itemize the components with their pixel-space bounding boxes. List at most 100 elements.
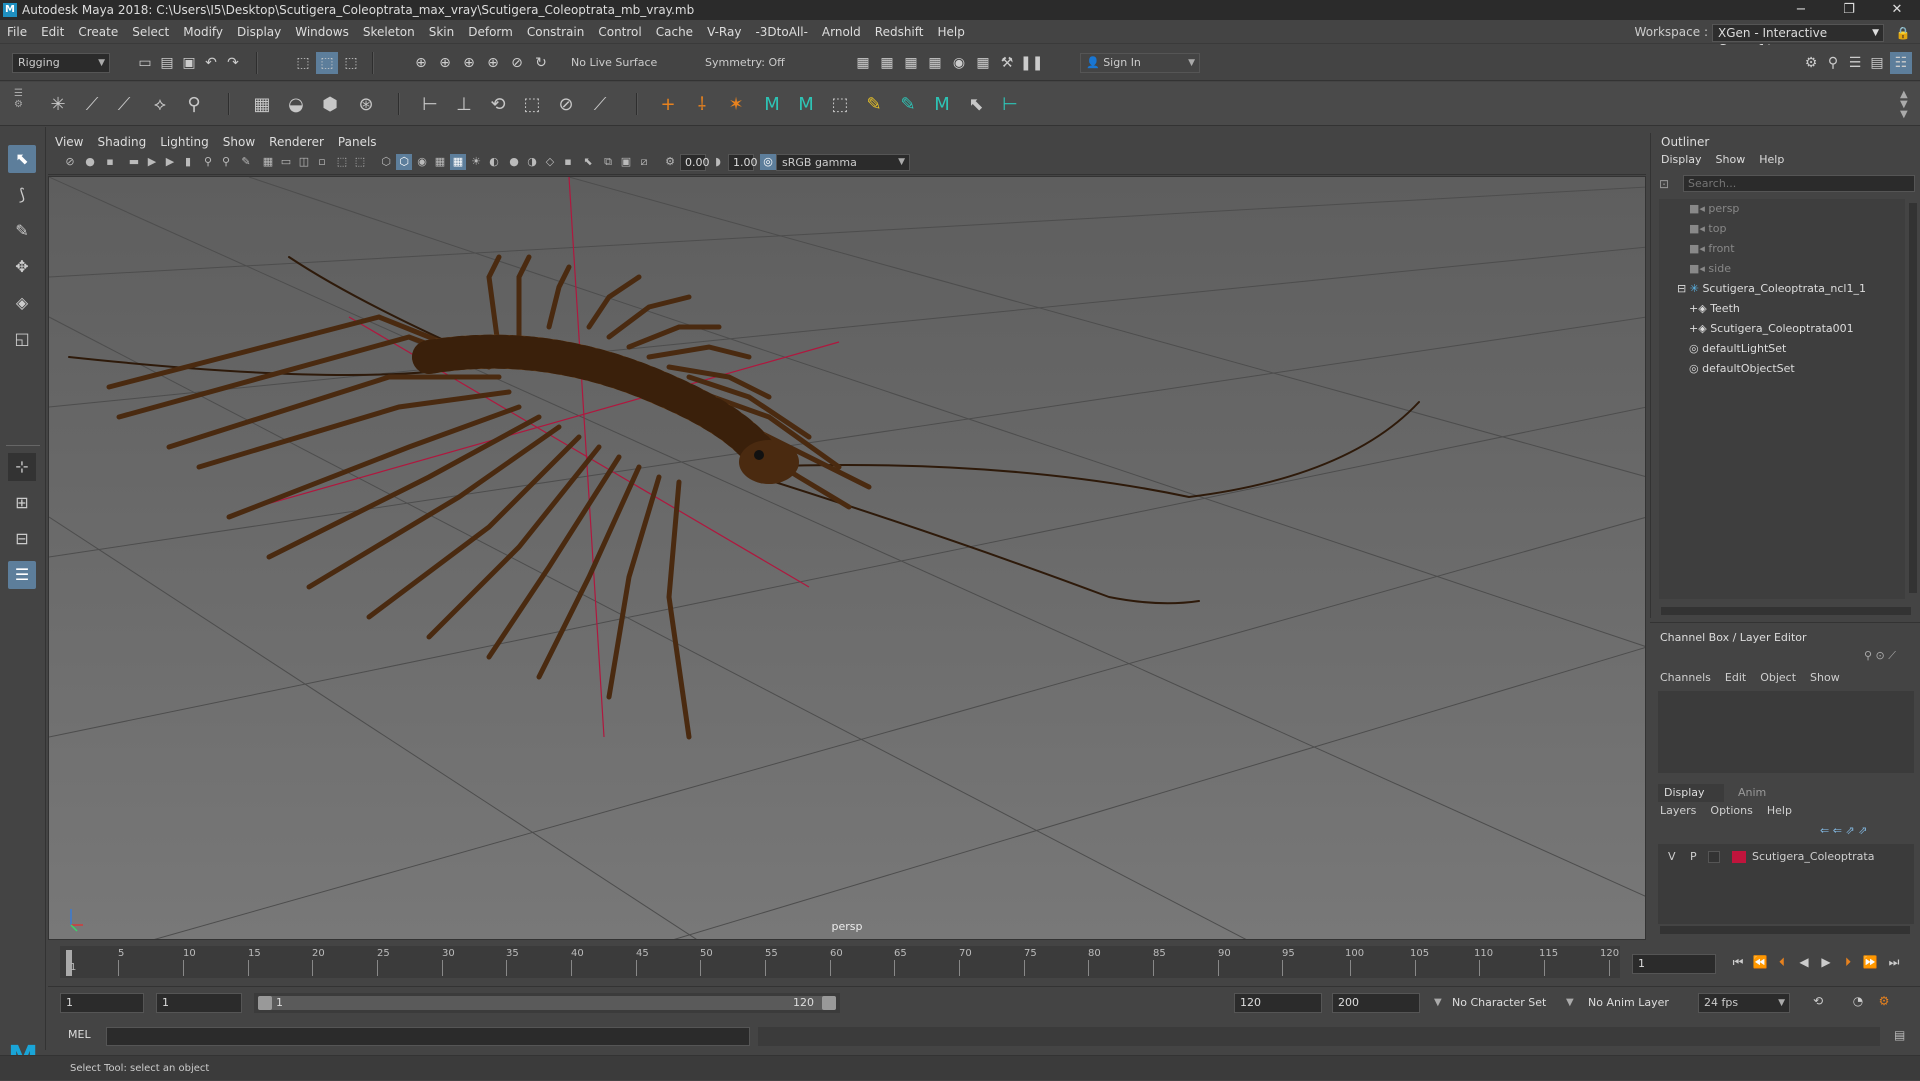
mel-label[interactable]: MEL: [68, 1028, 91, 1041]
outliner-menu-display[interactable]: Display: [1661, 153, 1702, 166]
start-time-field[interactable]: 1: [60, 993, 144, 1013]
menu-create[interactable]: Create: [71, 20, 125, 44]
go-to-start-icon[interactable]: ⏮: [1728, 952, 1748, 972]
colorspace-dropdown[interactable]: sRGB gamma ▼: [776, 154, 910, 171]
tool-settings-icon[interactable]: ▤: [1866, 52, 1888, 74]
layer-visibility-toggle[interactable]: V: [1668, 848, 1676, 866]
menu-constrain[interactable]: Constrain: [520, 20, 592, 44]
xray-icon[interactable]: ▦: [432, 154, 448, 170]
lattice-icon[interactable]: ⬢: [316, 91, 344, 119]
menu-cache[interactable]: Cache: [649, 20, 700, 44]
ik-spline-icon[interactable]: ⟋: [110, 91, 138, 119]
insert-joint-icon[interactable]: ⟡: [146, 91, 174, 119]
layer-menu-options[interactable]: Options: [1710, 804, 1752, 817]
outliner-menu-show[interactable]: Show: [1716, 153, 1746, 166]
use-lights-icon[interactable]: ☀: [468, 154, 484, 170]
current-frame-field[interactable]: 1: [1632, 954, 1716, 974]
viewport-persp[interactable]: persp: [48, 176, 1646, 940]
blend-shape-icon[interactable]: ✎: [894, 91, 922, 119]
select-component-icon[interactable]: ⬚: [340, 52, 362, 74]
maximize-button[interactable]: ❐: [1832, 0, 1866, 20]
workspace-dropdown[interactable]: XGen - Interactive Groom1*▼: [1712, 24, 1884, 56]
ambient-occlusion-icon[interactable]: ●: [506, 154, 522, 170]
select-hierarchy-icon[interactable]: ⬚: [292, 52, 314, 74]
paint-weights-icon[interactable]: ◒: [282, 91, 310, 119]
menu-help[interactable]: Help: [930, 20, 971, 44]
outliner-item-objectset[interactable]: ◎ defaultObjectSet: [1659, 359, 1909, 379]
redo-icon[interactable]: ↷: [222, 52, 244, 74]
safe-title-icon[interactable]: ◫: [296, 154, 312, 170]
anim-prefs-icon[interactable]: ⚙: [1874, 991, 1894, 1011]
outliner-item-scutigera[interactable]: +◈ Scutigera_Coleoptrata001: [1659, 319, 1909, 339]
select-object-icon[interactable]: ⬚: [316, 52, 338, 74]
ipr-render-icon[interactable]: ▦: [900, 52, 922, 74]
bind-skin-icon[interactable]: ▦: [248, 91, 276, 119]
outliner-item-lightset[interactable]: ◎ defaultLightSet: [1659, 339, 1909, 359]
lock-icon[interactable]: 🔒: [1894, 24, 1912, 42]
point-constraint-icon[interactable]: ⊥: [450, 91, 478, 119]
menu-redshift[interactable]: Redshift: [868, 20, 931, 44]
vp-menu-lighting[interactable]: Lighting: [153, 133, 216, 151]
layer-name[interactable]: Scutigera_Coleoptrata: [1752, 848, 1874, 866]
render-sequence-icon[interactable]: ▦: [876, 52, 898, 74]
auto-key-icon[interactable]: ◔: [1848, 991, 1868, 1011]
menu-file[interactable]: File: [0, 20, 34, 44]
close-button[interactable]: ✕: [1880, 0, 1914, 20]
outliner-search-input[interactable]: [1683, 175, 1915, 192]
exposure-field[interactable]: 0.00: [680, 154, 710, 171]
skeleton-generator-icon[interactable]: M: [792, 91, 820, 119]
paint-skin-icon[interactable]: ✎: [860, 91, 888, 119]
color-management-icon[interactable]: ◎: [760, 154, 776, 170]
ik-handle-icon[interactable]: ⟋: [78, 91, 106, 119]
new-scene-icon[interactable]: ▭: [134, 52, 156, 74]
play-forwards-icon[interactable]: ▶: [1816, 952, 1836, 972]
time-ruler[interactable]: 1 5 10 15 20 25 30 35 40 45 50 55 60 65 …: [60, 946, 1620, 978]
pose-editor-icon[interactable]: M: [928, 91, 956, 119]
textured-icon[interactable]: ▦: [450, 154, 466, 170]
paint-select-icon[interactable]: ✎: [8, 217, 36, 245]
script-editor-icon[interactable]: ▤: [1894, 1028, 1905, 1042]
render-view-icon[interactable]: ▦: [972, 52, 994, 74]
resolution-gate-icon[interactable]: ⚲: [200, 154, 216, 170]
symmetry-dropdown[interactable]: Symmetry: Off: [700, 54, 800, 74]
playback-start-field[interactable]: 1: [156, 993, 242, 1013]
menu-display[interactable]: Display: [230, 20, 288, 44]
range-slider[interactable]: 1 120: [254, 993, 840, 1013]
range-end-grip[interactable]: [822, 996, 836, 1010]
fps-dropdown[interactable]: 24 fps ▼: [1698, 993, 1790, 1013]
play-backwards-icon[interactable]: ◀: [1794, 952, 1814, 972]
anti-alias-icon[interactable]: ◇: [542, 154, 558, 170]
pause-icon[interactable]: ❚❚: [1020, 52, 1043, 74]
loop-icon[interactable]: ⟲: [1808, 991, 1828, 1011]
wireframe-icon[interactable]: ⬚: [334, 154, 350, 170]
attribute-editor-icon[interactable]: ☰: [1844, 52, 1866, 74]
outliner-menu-help[interactable]: Help: [1759, 153, 1784, 166]
bookmark-icon[interactable]: ▪: [102, 154, 118, 170]
layer-menu-help[interactable]: Help: [1767, 804, 1792, 817]
four-view-icon[interactable]: ⊞: [8, 489, 36, 517]
mirror-joint-icon[interactable]: ⚲: [180, 91, 208, 119]
step-forward-key-icon[interactable]: ⏵: [1838, 952, 1858, 972]
xray-active-icon[interactable]: ▣: [618, 154, 634, 170]
outliner-hscrollbar[interactable]: [1661, 607, 1911, 615]
tab-anim[interactable]: Anim: [1730, 784, 1790, 802]
outliner-vscrollbar[interactable]: [1909, 203, 1917, 593]
aim-constraint-icon[interactable]: ⊘: [552, 91, 580, 119]
menu-skin[interactable]: Skin: [422, 20, 462, 44]
menu-windows[interactable]: Windows: [288, 20, 356, 44]
orient-constraint-icon[interactable]: ⟲: [484, 91, 512, 119]
undo-icon[interactable]: ↶: [200, 52, 222, 74]
vp-menu-shading[interactable]: Shading: [90, 133, 153, 151]
modeling-toolkit-icon[interactable]: ⚙: [1800, 52, 1822, 74]
outliner-item-front[interactable]: ■◂ front: [1659, 239, 1909, 259]
menu-deform[interactable]: Deform: [461, 20, 520, 44]
layer-row[interactable]: V P Scutigera_Coleoptrata: [1658, 848, 1914, 866]
shelf-menu-icon[interactable]: ☰ ⚙: [14, 88, 23, 110]
minimize-button[interactable]: −: [1784, 0, 1818, 20]
placeholder-icon[interactable]: ⬚: [826, 91, 854, 119]
end-time-field[interactable]: 200: [1332, 993, 1420, 1013]
depth-of-field-icon[interactable]: ▪: [560, 154, 576, 170]
sign-in-button[interactable]: 👤 Sign In ▼: [1080, 53, 1200, 73]
channel-box-icons[interactable]: ⚲ ⊙ ⟋: [1864, 649, 1896, 663]
live-surface-field[interactable]: No Live Surface: [566, 54, 662, 74]
